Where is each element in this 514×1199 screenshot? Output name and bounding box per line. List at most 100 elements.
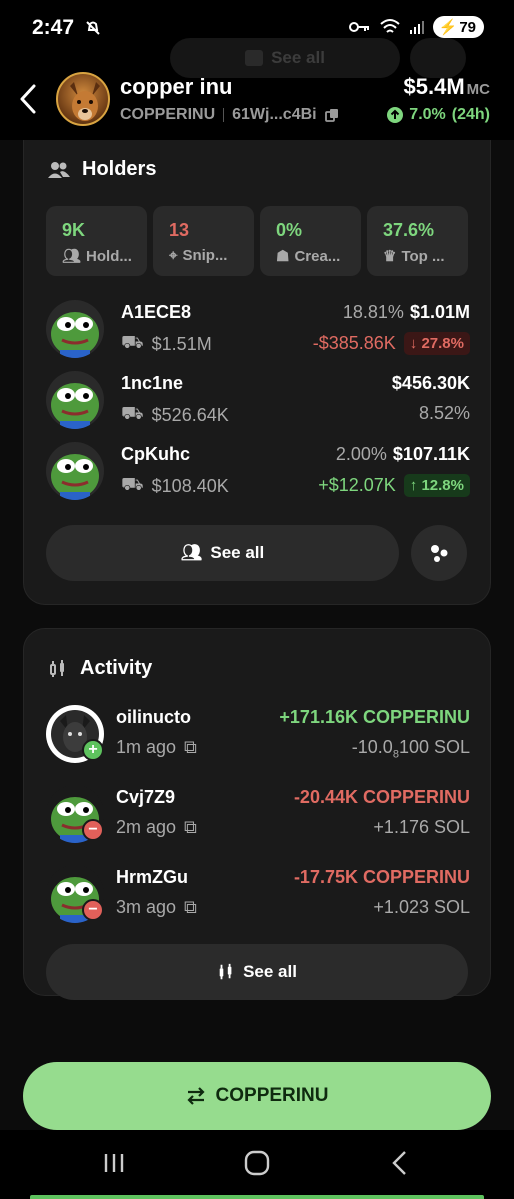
swap-button-label: COPPERINU xyxy=(215,1085,329,1106)
trade-amount: -20.44K COPPERINU xyxy=(293,787,470,807)
copy-icon[interactable] xyxy=(324,108,339,122)
users-icon xyxy=(48,161,70,178)
stat-creator-label-text: Crea... xyxy=(294,247,341,265)
activity-row[interactable]: + oilinucto 1m ago ⧉ +171.16K COPPERINU -… xyxy=(46,705,470,765)
token-name: copper inu xyxy=(120,74,233,99)
holder-row[interactable]: A1ECE8 ⛟ $1.51M 18.81% $1.01M -$385.86K ↓ 2… xyxy=(46,300,470,360)
holder-name: A1ECE8 xyxy=(121,302,192,322)
activity-row[interactable]: − Cvj7Z9 2m ago ⧉ -20.44K COPPERINU +1.17… xyxy=(46,785,470,845)
holders-see-all-label: See all xyxy=(210,543,265,562)
ghost-see-all-label: See all xyxy=(271,48,325,67)
buy-plus-icon: + xyxy=(82,739,104,761)
holder-row[interactable]: 1nc1ne ⛟ $526.64K $456.30K 8.52% xyxy=(46,371,470,431)
change-value: 7.0% xyxy=(409,106,446,123)
holder-balance-value: $108.40K xyxy=(151,475,229,496)
arrow-up-circle-icon xyxy=(387,107,404,123)
external-link-icon: ⧉ xyxy=(184,737,197,757)
stat-snipers-value: 13 xyxy=(169,220,190,240)
stat-snipers-label: ⌖ Snip... xyxy=(169,247,254,264)
stat-top-value: 37.6% xyxy=(383,220,435,240)
pnl-badge-value: 12.8% xyxy=(421,477,464,494)
back-arrow-icon[interactable] xyxy=(16,82,42,116)
recent-apps-icon[interactable] xyxy=(102,1152,126,1174)
activity-see-all-label: See all xyxy=(243,962,297,981)
crosshair-icon: ⌖ xyxy=(169,247,178,264)
stat-holders-label: 👥︎ Hold... xyxy=(62,247,147,266)
holder-row[interactable]: CpKuhc ⛟ $108.40K 2.00% $107.11K +$12.07K ↑… xyxy=(46,442,470,502)
holder-balance: ⛟ $108.40K xyxy=(121,474,229,498)
swap-arrows-icon xyxy=(186,1087,205,1105)
holder-balance-value: $1.51M xyxy=(151,333,212,354)
holders-title: Holders xyxy=(48,158,156,181)
battery-level: 79 xyxy=(459,18,476,36)
users-icon: 👥︎ xyxy=(62,248,82,265)
wallet-icon: ⛟ xyxy=(121,332,144,352)
back-icon[interactable] xyxy=(390,1150,408,1176)
activity-title: Activity xyxy=(48,657,152,680)
wallet-icon: ⛟ xyxy=(121,403,144,423)
change-period: (24h) xyxy=(451,106,490,123)
trade-sol: -10.08100 SOL xyxy=(352,737,470,761)
stat-creator-value: 0% xyxy=(276,220,303,240)
market-cap-unit: MC xyxy=(466,81,490,98)
holder-share: $456.30K xyxy=(392,373,470,394)
holder-balance: ⛟ $526.64K xyxy=(121,403,229,427)
token-symbol: COPPERINU xyxy=(120,106,216,123)
stat-snipers[interactable]: 13 ⌖ Snip... xyxy=(153,206,254,276)
swap-button[interactable]: COPPERINU xyxy=(23,1062,491,1130)
holder-name: 1nc1ne xyxy=(121,373,184,393)
trade-time[interactable]: 3m ago ⧉ xyxy=(116,897,197,918)
holder-pct: 2.00% xyxy=(335,444,387,464)
mute-icon xyxy=(86,21,100,35)
bubbles-icon xyxy=(431,545,448,562)
stat-top[interactable]: 37.6% ♛ Top ... xyxy=(367,206,468,276)
trade-sol: +1.023 SOL xyxy=(373,897,470,917)
token-address[interactable]: 61Wj...c4Bi xyxy=(232,106,316,124)
holder-pct: 18.81% xyxy=(342,302,404,322)
arrow-up-icon: ↑ xyxy=(409,477,422,494)
holder-pnl: -$385.86K ↓ 27.8% xyxy=(313,332,470,355)
bubble-map-button[interactable] xyxy=(411,525,467,581)
activity-see-all-button[interactable]: See all xyxy=(46,944,468,1000)
gesture-hint-bar xyxy=(30,1195,484,1199)
stat-holders-value: 9K xyxy=(62,220,86,240)
arrow-down-icon: ↓ xyxy=(409,335,422,352)
external-link-icon: ⧉ xyxy=(184,817,197,837)
system-nav-bar xyxy=(0,1130,514,1199)
trade-time[interactable]: 2m ago ⧉ xyxy=(116,817,197,838)
chef-hat-icon: ☗ xyxy=(276,248,290,265)
users-icon: 👥︎ xyxy=(180,543,203,562)
stat-creator[interactable]: 0% ☗ Crea... xyxy=(260,206,361,276)
home-icon[interactable] xyxy=(244,1150,270,1176)
ghost-see-all-button: See all xyxy=(170,38,400,78)
crown-icon: ♛ xyxy=(383,248,397,265)
sell-minus-icon: − xyxy=(82,819,104,841)
trade-time-value: 2m ago xyxy=(116,817,177,837)
stat-top-label-text: Top ... xyxy=(401,247,445,265)
trader-name: oilinucto xyxy=(116,707,191,727)
status-icons: ⚡ 79 xyxy=(348,16,484,38)
holder-pnl-value: +$12.07K xyxy=(318,475,396,495)
holders-see-all-button[interactable]: 👥︎ See all xyxy=(46,525,399,581)
stat-creator-label: ☗ Crea... xyxy=(276,247,361,266)
trade-sol-rest: 100 SOL xyxy=(398,737,470,757)
holder-value: $1.01M xyxy=(409,302,470,322)
stat-top-label: ♛ Top ... xyxy=(383,247,468,266)
candles-icon xyxy=(219,963,232,980)
external-link-icon: ⧉ xyxy=(184,897,197,917)
wifi-icon xyxy=(379,19,400,33)
holder-stats: 9K 👥︎ Hold... 13 ⌖ Snip... 0% ☗ Crea... 37.… xyxy=(46,206,468,276)
trader-name: Cvj7Z9 xyxy=(116,787,176,807)
holder-pct: 8.52% xyxy=(418,403,470,423)
trade-time[interactable]: 1m ago ⧉ xyxy=(116,737,197,758)
pepe-avatar xyxy=(46,300,104,358)
trade-sol: +1.176 SOL xyxy=(373,817,470,837)
divider xyxy=(223,108,225,122)
stat-holders-label-text: Hold... xyxy=(86,247,132,265)
holder-balance-value: $526.64K xyxy=(151,404,229,425)
bolt-icon: ⚡ xyxy=(438,19,458,36)
ghost-send-button xyxy=(410,38,466,78)
stat-holders[interactable]: 9K 👥︎ Hold... xyxy=(46,206,147,276)
status-time: 2:47 xyxy=(32,16,75,39)
activity-row[interactable]: − HrmZGu 3m ago ⧉ -17.75K COPPERINU +1.02… xyxy=(46,865,470,925)
